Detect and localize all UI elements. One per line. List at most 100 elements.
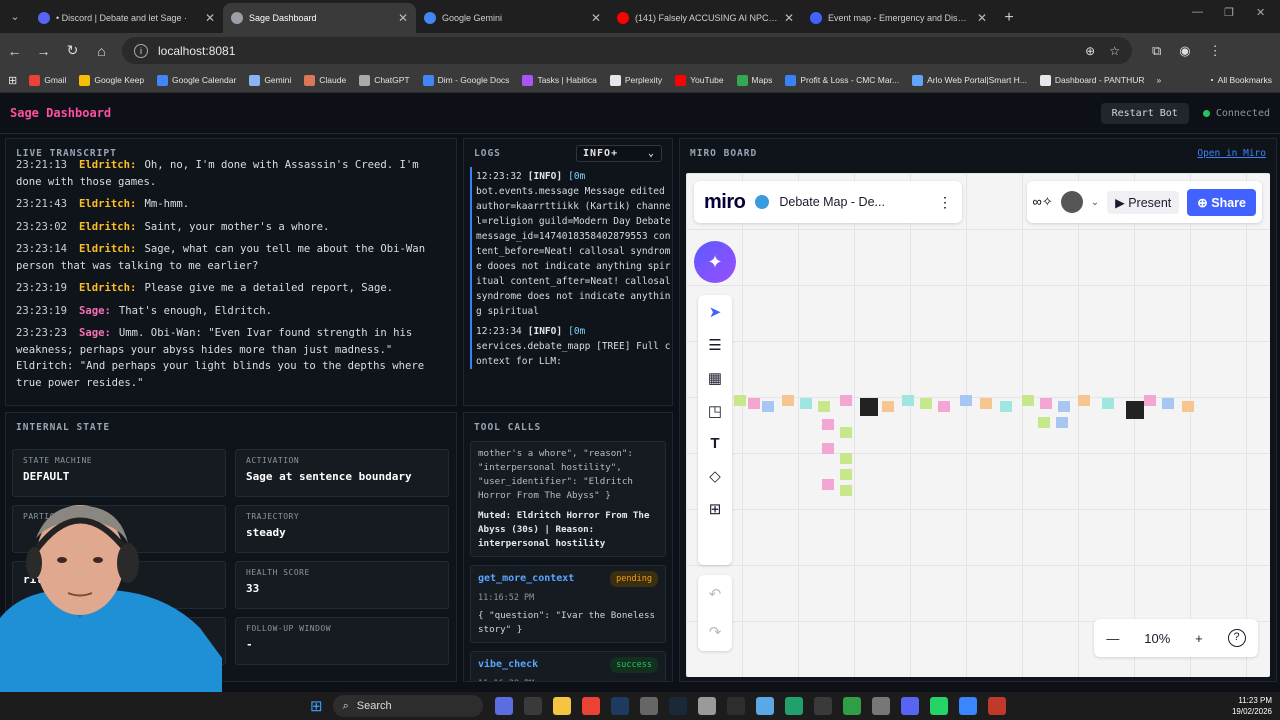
close-window-icon[interactable]: ✕ [1256, 6, 1265, 19]
sticky-note[interactable] [1078, 395, 1090, 406]
tab-close-icon[interactable]: ✕ [398, 11, 408, 25]
taskbar-clock[interactable]: 11:23 PM 19/02/2026 [1232, 695, 1272, 717]
sticky-note[interactable] [782, 395, 794, 406]
sticky-note[interactable] [822, 443, 834, 454]
sticky-note[interactable] [840, 453, 852, 464]
taskbar-app-icon[interactable] [581, 697, 600, 715]
bookmark-item[interactable]: Perplexity [609, 74, 662, 86]
zoom-in-icon[interactable]: + [1195, 631, 1203, 646]
sticky-note[interactable] [1182, 401, 1194, 412]
sticky-note-icon[interactable]: ◳ [708, 402, 722, 420]
maximize-icon[interactable]: ❐ [1224, 6, 1234, 19]
browser-tab[interactable]: Sage Dashboard ✕ [223, 3, 416, 33]
add-more-icon[interactable]: ⊞ [709, 500, 722, 518]
redo-icon[interactable]: ↷ [709, 623, 722, 641]
bookmark-item[interactable]: Profit & Loss - CMC Mar... [785, 74, 899, 86]
taskbar-app-icon[interactable] [668, 697, 687, 715]
bookmark-item[interactable]: Arlo Web Portal|Smart H... [912, 74, 1027, 86]
sticky-note[interactable] [1102, 398, 1114, 409]
taskbar-app-icon[interactable] [900, 697, 919, 715]
ai-sparkle-button[interactable]: ✦ [694, 241, 736, 283]
minimize-icon[interactable]: — [1192, 6, 1203, 18]
undo-icon[interactable]: ↶ [709, 585, 722, 603]
sticky-note[interactable] [980, 398, 992, 409]
taskbar-app-icon[interactable] [784, 697, 803, 715]
frame-icon[interactable]: ▦ [708, 369, 722, 387]
taskbar-app-icon[interactable] [958, 697, 977, 715]
miro-canvas[interactable]: miro Debate Map - De... ⋮ ∞✧ ⌄ ▶ Present… [686, 173, 1270, 677]
browser-tab[interactable]: • Discord | Debate and let Sage · ✕ [30, 3, 223, 33]
sticky-note[interactable] [938, 401, 950, 412]
more-bookmarks-icon[interactable]: » [1157, 75, 1162, 85]
taskbar-app-icon[interactable] [842, 697, 861, 715]
sticky-note[interactable] [1038, 417, 1050, 428]
url-input[interactable]: i localhost:8081 ⊕ ☆ [122, 37, 1132, 64]
taskbar-app-icon[interactable] [552, 697, 571, 715]
taskbar-app-icon[interactable] [987, 697, 1006, 715]
sticky-note[interactable] [1000, 401, 1012, 412]
sticky-note[interactable] [1126, 401, 1144, 419]
shapes-icon[interactable]: ◇ [709, 467, 721, 485]
tab-close-icon[interactable]: ✕ [977, 11, 987, 25]
tab-close-icon[interactable]: ✕ [205, 11, 215, 25]
taskbar-app-icon[interactable] [929, 697, 948, 715]
sticky-note[interactable] [1162, 398, 1174, 409]
sticky-note[interactable] [840, 485, 852, 496]
home-icon[interactable]: ⌂ [87, 43, 116, 59]
restart-bot-button[interactable]: Restart Bot [1100, 102, 1189, 124]
start-icon[interactable]: ⊞ [310, 697, 323, 715]
open-in-miro-link[interactable]: Open in Miro [1197, 148, 1266, 159]
forward-icon[interactable]: → [29, 43, 58, 59]
apps-grid-icon[interactable]: ⊞ [8, 74, 17, 87]
menu-icon[interactable]: ⋮ [1209, 43, 1222, 59]
bookmark-item[interactable]: Dashboard - PANTHUR [1039, 74, 1145, 86]
bookmark-item[interactable]: YouTube [675, 74, 724, 86]
tool-call-item[interactable]: get_more_context pending 11:16:52 PM { "que… [470, 565, 666, 643]
sticky-note[interactable] [800, 398, 812, 409]
bookmark-item[interactable]: Dim - Google Docs [422, 74, 509, 86]
sticky-note[interactable] [1058, 401, 1070, 412]
sticky-note[interactable] [920, 398, 932, 409]
present-button[interactable]: ▶ Present [1107, 190, 1180, 214]
taskbar-app-icon[interactable] [726, 697, 745, 715]
bookmark-item[interactable]: Google Calendar [157, 74, 236, 86]
taskbar-app-icon[interactable] [523, 697, 542, 715]
browser-tab[interactable]: Google Gemini ✕ [416, 3, 609, 33]
help-icon[interactable]: ? [1227, 629, 1246, 647]
bookmark-item[interactable]: Maps [736, 74, 772, 86]
bookmark-star-icon[interactable]: ☆ [1109, 44, 1120, 58]
sticky-note[interactable] [840, 427, 852, 438]
sticky-note[interactable] [822, 479, 834, 490]
taskbar-search[interactable]: ⌕ Search [332, 695, 483, 717]
sticky-note[interactable] [734, 395, 746, 406]
taskbar-app-icon[interactable] [755, 697, 774, 715]
bookmark-item[interactable]: Claude [304, 74, 346, 86]
tab-close-icon[interactable]: ✕ [784, 11, 794, 25]
sticky-note[interactable] [882, 401, 894, 412]
extensions-icon[interactable]: ⧉ [1152, 43, 1161, 59]
avatar[interactable] [1060, 191, 1083, 213]
bookmark-item[interactable]: Gmail [29, 74, 66, 86]
taskbar-app-icon[interactable] [639, 697, 658, 715]
board-name[interactable]: Debate Map - De... [779, 195, 885, 209]
taskbar-app-icon[interactable] [610, 697, 629, 715]
bookmark-item[interactable]: Google Keep [79, 74, 144, 86]
tab-close-icon[interactable]: ✕ [591, 11, 601, 25]
sticky-note[interactable] [902, 395, 914, 406]
taskbar-app-icon[interactable] [871, 697, 890, 715]
taskbar-app-icon[interactable] [813, 697, 832, 715]
bookmark-item[interactable]: Tasks | Habitica [522, 74, 597, 86]
chevron-down-icon[interactable]: ⌄ [1091, 197, 1099, 208]
profile-icon[interactable]: ◉ [1179, 43, 1190, 59]
log-list[interactable]: 12:23:32 [INFO] [0m bot.events.message Mess… [470, 167, 672, 369]
tab-search-icon[interactable]: ⌄ [0, 0, 30, 33]
all-bookmarks-folder[interactable]: All Bookmarks [1210, 75, 1272, 85]
template-icon[interactable]: ☰ [708, 336, 721, 354]
sticky-note[interactable] [840, 469, 852, 480]
log-level-select[interactable]: INFO+ ⌄ [576, 144, 662, 162]
sticky-note[interactable] [762, 401, 774, 412]
site-info-icon[interactable]: i [134, 43, 148, 58]
share-button[interactable]: ⊕ Share [1187, 188, 1256, 216]
zoom-out-icon[interactable]: — [1106, 631, 1119, 646]
select-cursor-icon[interactable]: ➤ [709, 303, 722, 321]
